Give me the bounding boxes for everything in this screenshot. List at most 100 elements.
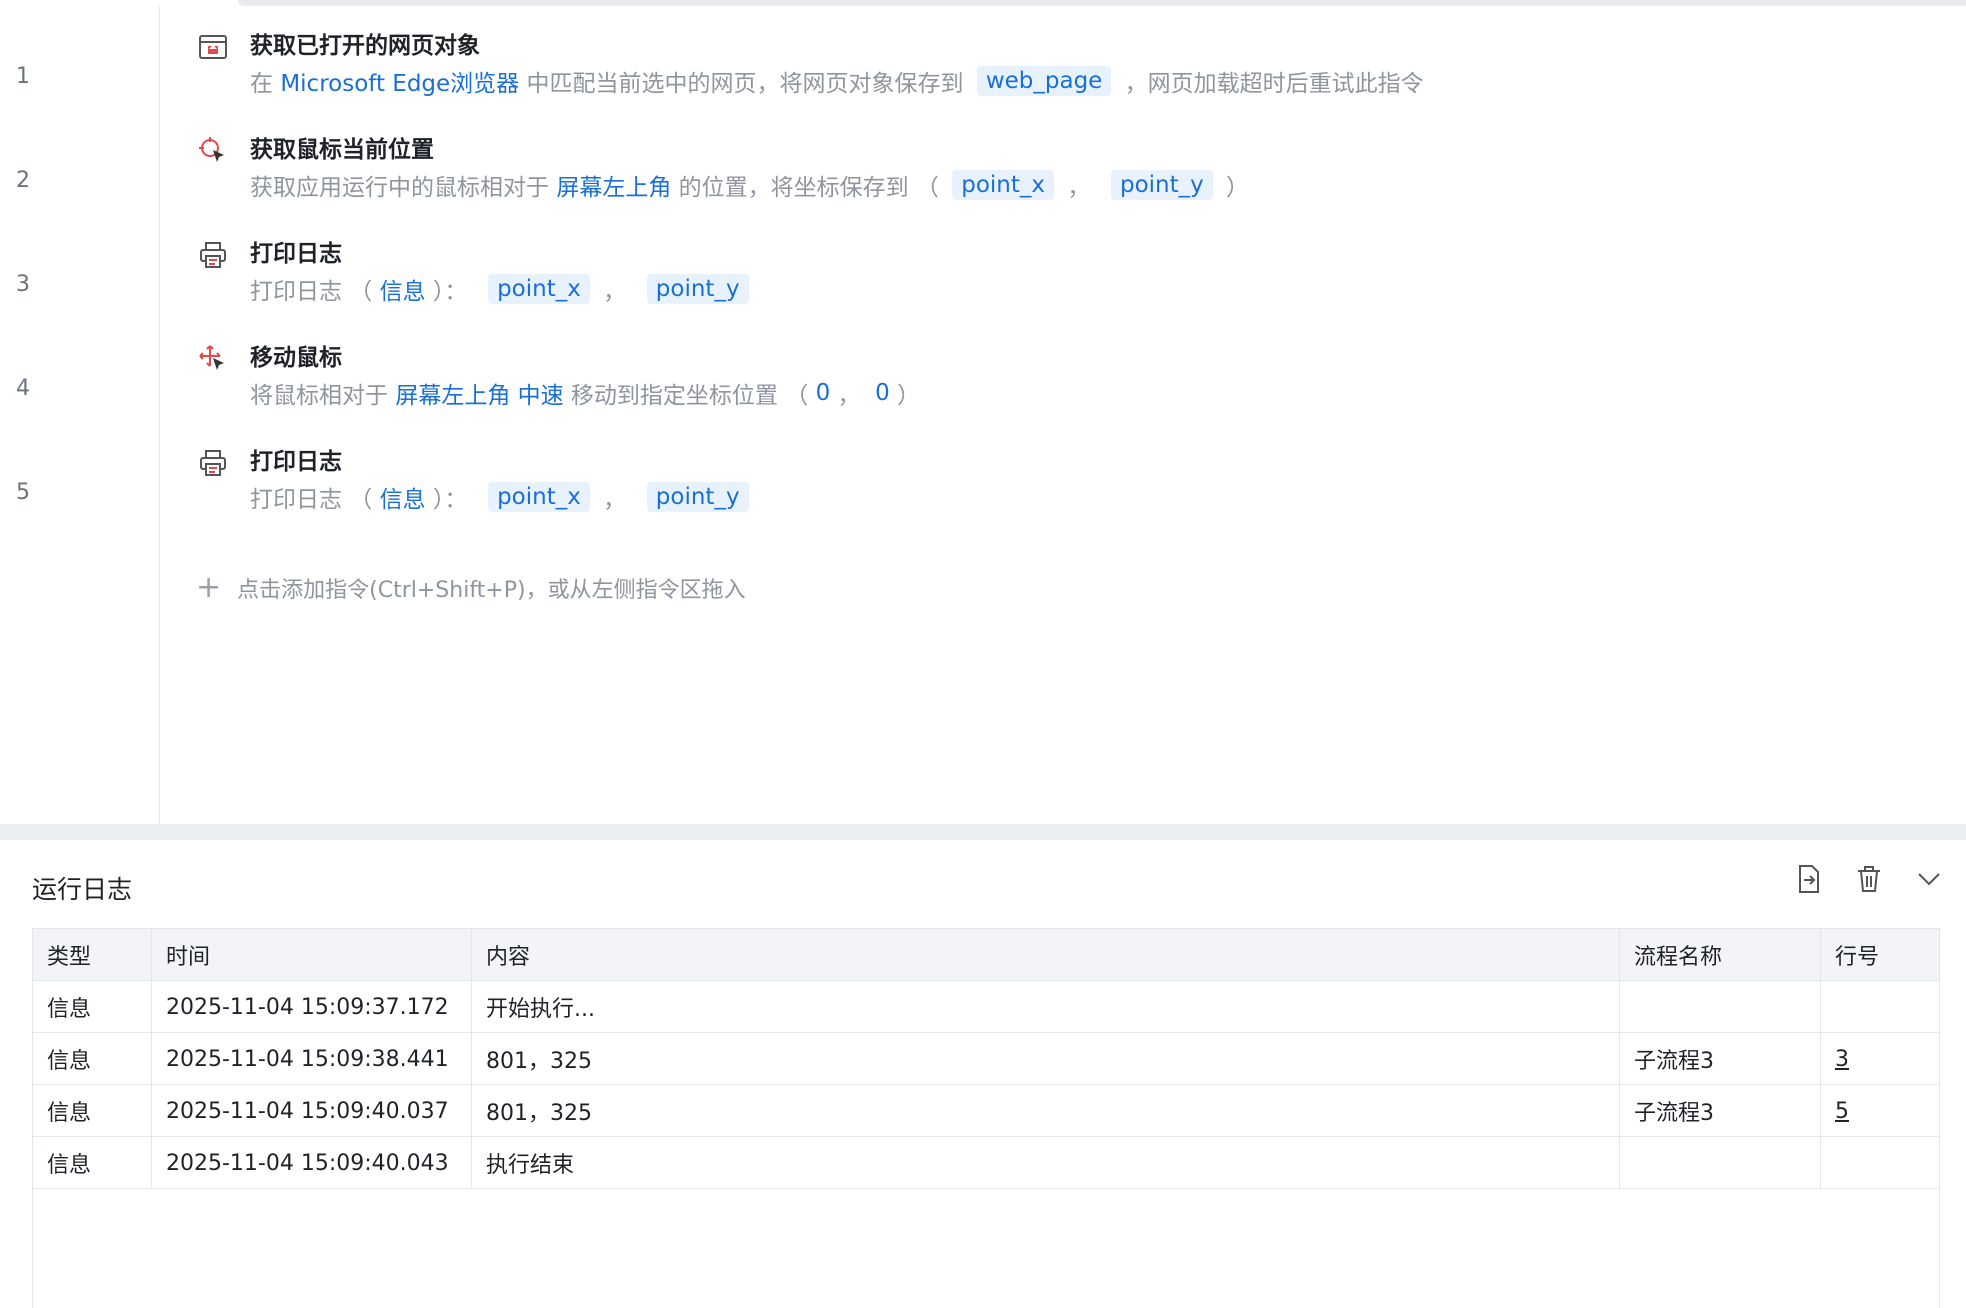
step-text: 打印日志 （ <box>250 279 380 305</box>
flow-step[interactable]: 打印日志打印日志 （ 信息 ）： point_x ， point_y <box>196 232 1966 322</box>
step-param[interactable]: 0 <box>875 380 890 406</box>
step-text: 打印日志 （ <box>250 487 380 513</box>
step-description: 打印日志 （ 信息 ）： point_x ， point_y <box>250 272 755 306</box>
log-type-cell: 信息 <box>33 981 152 1033</box>
step-description: 在 Microsoft Edge浏览器 中匹配当前选中的网页，将网页对象保存到 … <box>250 64 1424 98</box>
log-line-cell <box>1821 981 1939 1033</box>
print-log-icon <box>196 238 230 272</box>
collapse-log-button[interactable] <box>1912 862 1946 896</box>
print-log-icon <box>196 446 230 480</box>
line-number: 2 <box>16 168 30 193</box>
step-description: 将鼠标相对于 屏幕左上角 中速 移动到指定坐标位置 （ 0 ， 0 ） <box>250 376 920 410</box>
step-text: ， <box>595 279 641 305</box>
line-number: 1 <box>16 64 30 89</box>
export-log-button[interactable] <box>1792 862 1826 896</box>
step-title: 获取鼠标当前位置 <box>250 137 434 163</box>
log-content-cell: 执行结束 <box>472 1137 1620 1189</box>
log-time-cell: 2025-11-04 15:09:37.172 <box>152 981 472 1033</box>
log-type-cell: 信息 <box>33 1085 152 1137</box>
step-param[interactable]: 屏幕左上角 <box>395 376 510 410</box>
add-instruction-label: 点击添加指令(Ctrl+Shift+P)，或从左侧指令区拖入 <box>237 578 746 603</box>
step-param[interactable]: 0 <box>816 380 831 406</box>
line-gutter <box>0 6 160 824</box>
step-param[interactable]: 信息 <box>380 272 426 306</box>
log-toolbar <box>1792 862 1946 896</box>
variable-chip[interactable]: point_y <box>1110 170 1213 200</box>
table-row[interactable]: 信息 2025-11-04 15:09:40.043 执行结束 <box>33 1137 1939 1189</box>
log-flow-cell <box>1620 981 1821 1033</box>
move-mouse-icon <box>196 342 230 376</box>
step-text: ） <box>1218 175 1250 201</box>
step-title: 获取已打开的网页对象 <box>250 33 480 59</box>
variable-chip[interactable]: point_x <box>488 274 590 304</box>
log-table: 类型 时间 内容 流程名称 行号 信息 2025-11-04 15:09:37.1… <box>32 928 1940 1308</box>
step-description: 获取应用运行中的鼠标相对于 屏幕左上角 的位置，将坐标保存到 （ point_x… <box>250 168 1249 202</box>
step-text: 移动到指定坐标位置 （ <box>563 383 816 409</box>
log-time-cell: 2025-11-04 15:09:40.037 <box>152 1085 472 1137</box>
log-content-cell: 801，325 <box>472 1085 1620 1137</box>
column-header-flow-name: 流程名称 <box>1620 929 1821 981</box>
run-log-title: 运行日志 <box>32 875 133 904</box>
step-title: 打印日志 <box>250 241 342 267</box>
variable-chip[interactable]: point_x <box>952 170 1055 200</box>
run-log-panel: 运行日志 类型 时间 内容 流程名称 行号 信息 2025-11-04 15:09… <box>0 840 1966 1308</box>
log-flow-cell <box>1620 1137 1821 1189</box>
step-param[interactable]: Microsoft Edge浏览器 <box>280 64 519 98</box>
step-text: ， <box>595 487 641 513</box>
variable-chip[interactable]: web_page <box>976 66 1112 96</box>
add-instruction-hint[interactable]: + 点击添加指令(Ctrl+Shift+P)，或从左侧指令区拖入 <box>196 572 746 604</box>
step-text: 中匹配当前选中的网页，将网页对象保存到 <box>519 71 971 97</box>
mouse-position-icon <box>196 134 230 168</box>
flow-step[interactable]: 移动鼠标将鼠标相对于 屏幕左上角 中速 移动到指定坐标位置 （ 0 ， 0 ） <box>196 336 1966 426</box>
clear-log-button[interactable] <box>1852 862 1886 896</box>
table-header-row: 类型 时间 内容 流程名称 行号 <box>33 929 1939 981</box>
variable-chip[interactable]: point_y <box>646 482 749 512</box>
log-line-cell: 5 <box>1821 1085 1939 1137</box>
log-type-cell: 信息 <box>33 1137 152 1189</box>
log-time-cell: 2025-11-04 15:09:38.441 <box>152 1033 472 1085</box>
step-text: 获取应用运行中的鼠标相对于 <box>250 175 557 201</box>
browser-page-icon <box>196 30 230 64</box>
step-title: 打印日志 <box>250 449 342 475</box>
line-number-link[interactable]: 3 <box>1835 1047 1849 1072</box>
log-line-cell <box>1821 1137 1939 1189</box>
flow-step[interactable]: 打印日志打印日志 （ 信息 ）： point_x ， point_y <box>196 440 1966 530</box>
line-number-link[interactable]: 5 <box>1835 1099 1849 1124</box>
step-param[interactable]: 信息 <box>380 480 426 514</box>
step-text: 的位置，将坐标保存到 （ <box>671 175 947 201</box>
flow-editor: 1 获取已打开的网页对象在 Microsoft Edge浏览器 中匹配当前选中的网… <box>0 6 1966 824</box>
step-text <box>510 380 517 406</box>
step-text: ）： <box>425 279 483 305</box>
column-header-time: 时间 <box>152 929 472 981</box>
panel-splitter[interactable] <box>0 824 1966 840</box>
step-param[interactable]: 中速 <box>518 376 564 410</box>
log-type-cell: 信息 <box>33 1033 152 1085</box>
step-description: 打印日志 （ 信息 ）： point_x ， point_y <box>250 480 755 514</box>
line-number: 4 <box>16 376 30 401</box>
step-text: ）： <box>425 487 483 513</box>
log-time-cell: 2025-11-04 15:09:40.043 <box>152 1137 472 1189</box>
table-row[interactable]: 信息 2025-11-04 15:09:37.172 开始执行... <box>33 981 1939 1033</box>
step-text: ，网页加载超时后重试此指令 <box>1117 71 1424 97</box>
column-header-type: 类型 <box>33 929 152 981</box>
step-text: 将鼠标相对于 <box>250 383 396 409</box>
variable-chip[interactable]: point_x <box>488 482 590 512</box>
plus-icon[interactable]: + <box>196 573 221 603</box>
flow-step[interactable]: 获取已打开的网页对象在 Microsoft Edge浏览器 中匹配当前选中的网页… <box>196 24 1966 114</box>
column-header-line-number: 行号 <box>1835 945 1880 970</box>
table-row[interactable]: 信息 2025-11-04 15:09:38.441 801，325 子流程3 3 <box>33 1033 1939 1085</box>
step-text: ， <box>830 383 876 409</box>
log-flow-cell: 子流程3 <box>1620 1033 1821 1085</box>
flow-step[interactable]: 获取鼠标当前位置获取应用运行中的鼠标相对于 屏幕左上角 的位置，将坐标保存到 （… <box>196 128 1966 218</box>
trash-icon <box>1858 866 1880 892</box>
chevron-down-icon <box>1918 873 1940 886</box>
log-content-cell: 开始执行... <box>472 981 1620 1033</box>
log-flow-cell: 子流程3 <box>1620 1085 1821 1137</box>
variable-chip[interactable]: point_y <box>646 274 749 304</box>
step-title: 移动鼠标 <box>250 345 342 371</box>
table-row[interactable]: 信息 2025-11-04 15:09:40.037 801，325 子流程3 5 <box>33 1085 1939 1137</box>
log-content-cell: 801，325 <box>472 1033 1620 1085</box>
step-param[interactable]: 屏幕左上角 <box>556 168 671 202</box>
step-text: ， <box>1060 175 1105 201</box>
export-icon <box>1799 865 1819 893</box>
